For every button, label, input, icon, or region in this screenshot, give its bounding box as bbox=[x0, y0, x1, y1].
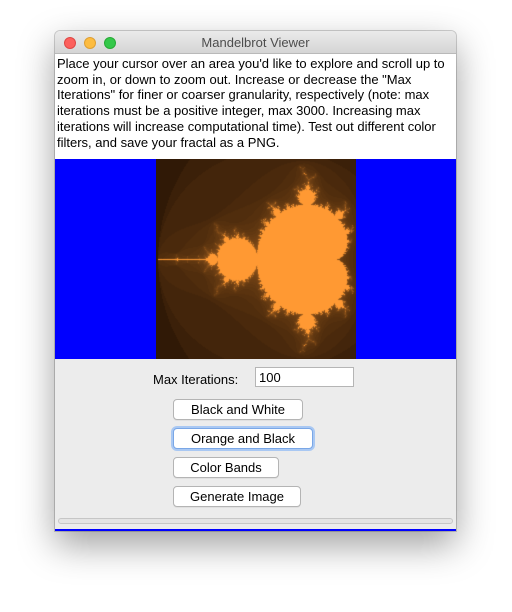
window-title: Mandelbrot Viewer bbox=[201, 35, 310, 50]
max-iterations-input[interactable] bbox=[255, 367, 354, 387]
generate-image-button[interactable]: Generate Image bbox=[173, 486, 301, 507]
instructions-text: Place your cursor over an area you'd lik… bbox=[55, 54, 456, 159]
mandelbrot-render[interactable] bbox=[156, 159, 356, 359]
app-window: Mandelbrot Viewer Place your cursor over… bbox=[55, 31, 456, 531]
fractal-canvas[interactable] bbox=[55, 159, 456, 359]
title-bar[interactable]: Mandelbrot Viewer bbox=[55, 31, 456, 54]
color-bands-button[interactable]: Color Bands bbox=[173, 457, 279, 478]
horizontal-scrollbar[interactable] bbox=[58, 518, 453, 524]
orange-and-black-button[interactable]: Orange and Black bbox=[173, 428, 313, 449]
canvas-bottom-edge bbox=[55, 529, 456, 531]
black-and-white-button[interactable]: Black and White bbox=[173, 399, 303, 420]
max-iterations-label: Max Iterations: bbox=[153, 372, 239, 387]
